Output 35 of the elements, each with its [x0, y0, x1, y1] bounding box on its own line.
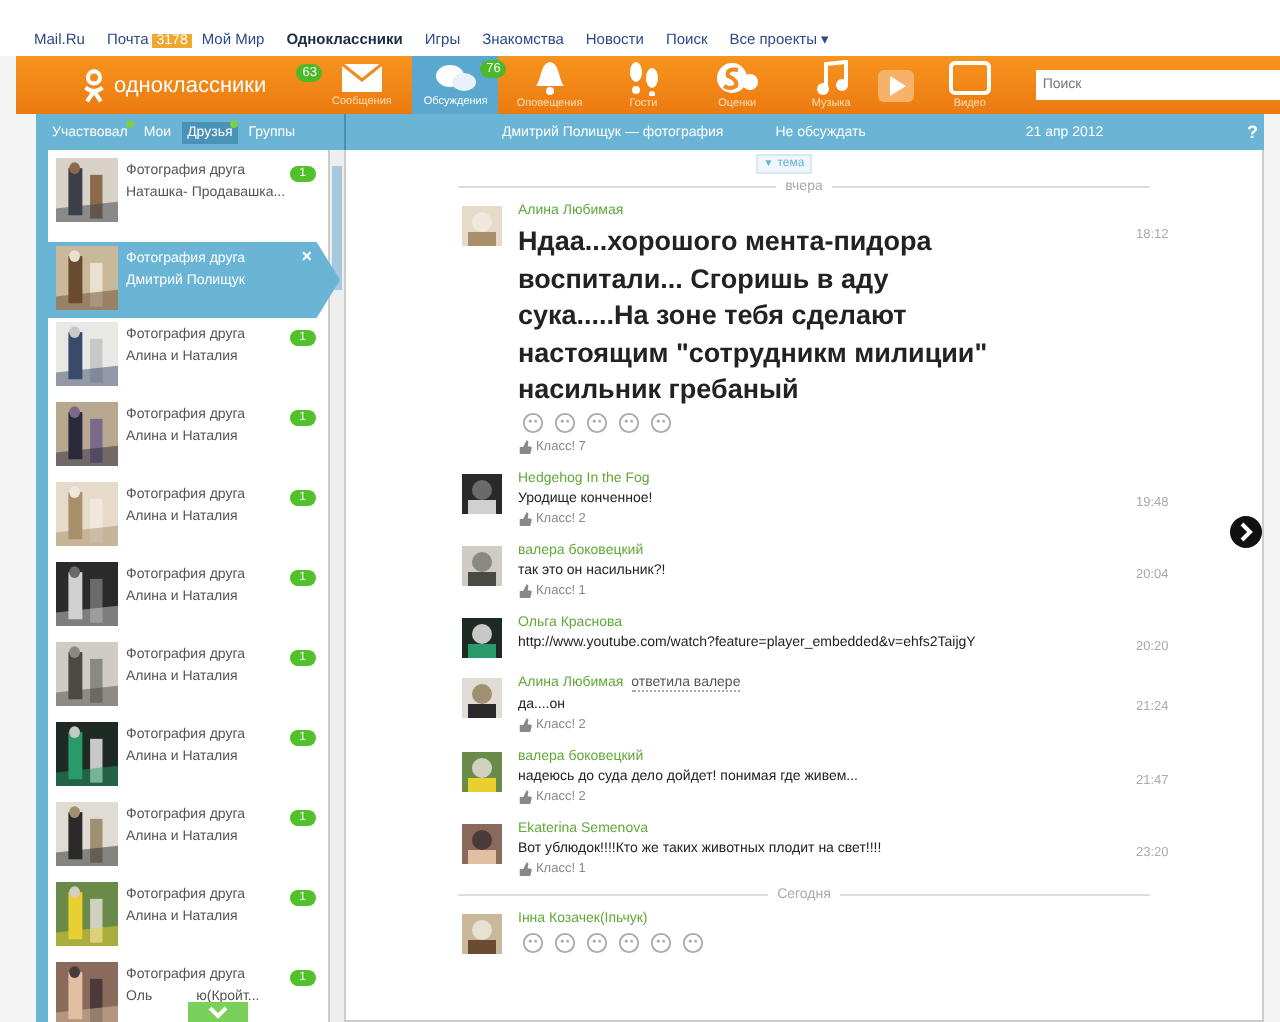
footprints-icon	[627, 60, 660, 96]
envelope-icon	[339, 62, 384, 94]
thumbs-up-icon	[518, 583, 532, 597]
thumbs-up-icon	[518, 789, 532, 803]
smiley-icon	[554, 931, 576, 953]
next-arrow-button[interactable]	[1230, 516, 1262, 548]
smiley-icon	[682, 931, 704, 953]
smiley-icon	[586, 931, 608, 953]
smiley-icon	[618, 411, 640, 433]
close-button[interactable]: ×	[301, 246, 312, 266]
chat-icon	[433, 62, 478, 94]
scrollbar[interactable]	[328, 150, 344, 1022]
chevron-right-icon	[1238, 522, 1254, 542]
smiley-icon	[554, 411, 576, 433]
chevron-down-icon	[208, 1005, 228, 1019]
smiley-icon	[522, 411, 544, 433]
smiley-icon	[650, 931, 672, 953]
logo-icon	[82, 67, 106, 103]
smiley-icon	[586, 411, 608, 433]
smiley-icon	[522, 931, 544, 953]
collapse-button[interactable]	[188, 1002, 248, 1022]
thumbs-up-icon	[518, 717, 532, 731]
coin-icon	[715, 60, 760, 96]
logo-text[interactable]: одноклассники	[114, 73, 267, 97]
music-note-icon	[815, 60, 848, 96]
smiley-icon	[618, 931, 640, 953]
screen-icon	[947, 60, 992, 96]
thumbs-up-icon	[518, 439, 532, 453]
help-link[interactable]: ?	[1247, 122, 1264, 142]
smiley-icon	[650, 411, 672, 433]
play-icon	[876, 67, 917, 103]
thumbs-up-icon	[518, 511, 532, 525]
message-text: Ндаа...хорошого мента-пидора воспитали... Сгоришь в аду сука.....На зоне тебя сделают настоящим "сотрудникм милиции" насильник гребаный	[518, 224, 990, 408]
thumbs-up-icon	[518, 861, 532, 875]
bell-icon	[533, 60, 566, 96]
